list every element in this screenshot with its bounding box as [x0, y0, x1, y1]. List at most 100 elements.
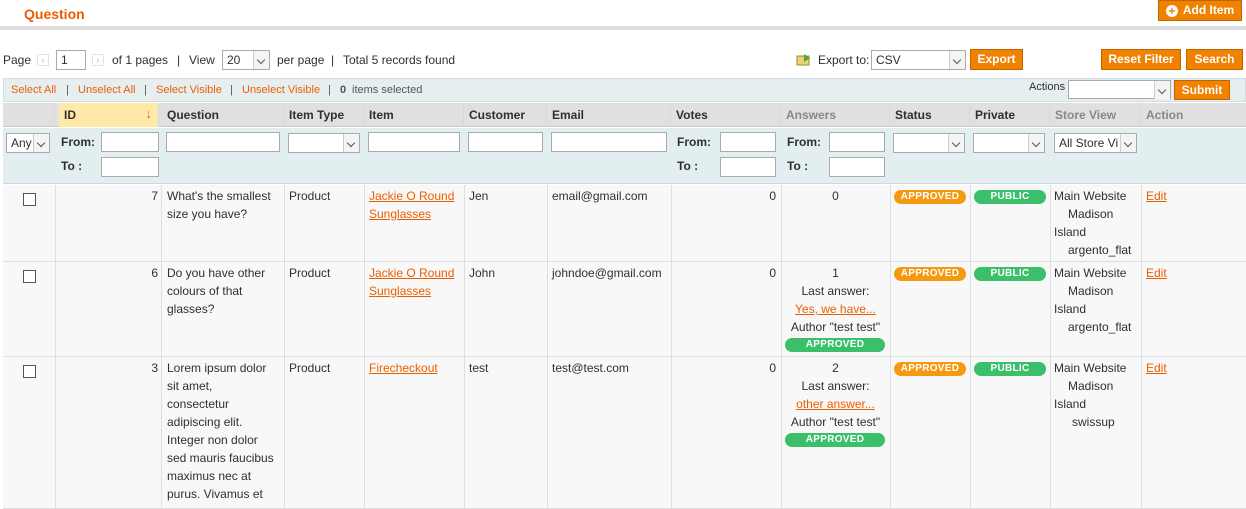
email-cell: email@gmail.com — [552, 189, 648, 203]
last-answer-label: Last answer: — [801, 379, 870, 393]
store-view-filter-select[interactable]: All Store Vi — [1054, 133, 1137, 153]
separator: | — [230, 84, 233, 96]
grid-header: ID ↓ Question Item Type Item Customer Ema… — [3, 103, 1246, 127]
store-view-cell: Main Website Madison Island argento_flat — [1054, 187, 1140, 259]
column-header-item-type[interactable]: Item Type — [284, 103, 364, 127]
add-item-label: Add Item — [1182, 3, 1235, 17]
unselect-all-link[interactable]: Unselect All — [78, 84, 135, 96]
per-page-text: per page — [277, 53, 325, 67]
answer-author: Author "test test" — [790, 320, 881, 334]
status-badge: APPROVED — [894, 267, 966, 281]
row-checkbox[interactable] — [23, 193, 36, 206]
store-line: Island — [1054, 225, 1087, 239]
next-page-icon[interactable]: › — [92, 54, 104, 66]
answers-cell: 2 Last answer: other answer... Author "t… — [781, 359, 890, 431]
search-button[interactable]: Search — [1186, 49, 1243, 70]
last-answer-label: Last answer: — [801, 284, 870, 298]
status-filter-select[interactable] — [893, 133, 965, 153]
reset-filter-button[interactable]: Reset Filter — [1101, 49, 1181, 70]
last-answer-link[interactable]: other answer... — [781, 395, 890, 413]
last-answer-link[interactable]: Yes, we have... — [781, 300, 890, 318]
id-cell: 3 — [151, 361, 158, 375]
page-input[interactable]: 1 — [56, 50, 86, 70]
question-filter-input[interactable] — [166, 132, 280, 152]
per-page-select[interactable]: 20 — [222, 50, 270, 70]
column-header-item[interactable]: Item — [364, 103, 464, 127]
id-from-input[interactable] — [101, 132, 159, 152]
store-view-filter-value: All Store Vi — [1059, 136, 1119, 150]
chevron-down-icon — [949, 51, 965, 69]
answers-count: 2 — [832, 361, 839, 375]
item-link-line: Firecheckout — [369, 361, 438, 375]
votes-from-input[interactable] — [720, 132, 776, 152]
store-line: argento_flat — [1068, 243, 1132, 257]
chevron-down-icon — [253, 51, 269, 69]
per-page-value: 20 — [227, 53, 241, 67]
separator: | — [144, 84, 147, 96]
prev-page-icon[interactable]: ‹ — [37, 54, 49, 66]
column-header-status[interactable]: Status — [890, 103, 970, 127]
column-header-question[interactable]: Question — [162, 103, 284, 127]
customer-cell: test — [469, 361, 489, 375]
row-checkbox[interactable] — [23, 365, 36, 378]
answers-to-label: To : — [787, 159, 809, 173]
email-cell: test@test.com — [552, 361, 629, 375]
answers-count: 1 — [832, 266, 839, 280]
actions-select[interactable] — [1068, 80, 1171, 99]
massaction-filter-select[interactable]: Any — [6, 133, 50, 153]
edit-link[interactable]: Edit — [1146, 187, 1167, 205]
votes-to-input[interactable] — [720, 157, 776, 177]
massaction-bar: Select All | Unselect All | Select Visib… — [3, 78, 1246, 102]
email-filter-input[interactable] — [551, 132, 667, 152]
edit-link[interactable]: Edit — [1146, 264, 1167, 282]
chevron-down-icon — [1028, 134, 1044, 152]
item-link[interactable]: Jackie O Round Sunglasses — [369, 264, 454, 300]
question-cell: Do you have other colours of that glasses? — [167, 264, 283, 318]
id-cell: 6 — [151, 266, 158, 280]
select-all-link[interactable]: Select All — [11, 84, 56, 96]
edit-link[interactable]: Edit — [1146, 359, 1167, 377]
add-item-button[interactable]: + Add Item — [1158, 0, 1242, 21]
column-header-votes[interactable]: Votes — [671, 103, 781, 127]
export-format-select[interactable]: CSV — [871, 50, 966, 70]
select-visible-link[interactable]: Select Visible — [156, 84, 222, 96]
answer-status-badge: APPROVED — [785, 433, 885, 447]
pager-bar: Page ‹ 1 › of 1 pages | View 20 per page… — [0, 46, 1246, 74]
view-label: View — [189, 53, 215, 67]
id-to-input[interactable] — [101, 157, 159, 177]
unselect-visible-link[interactable]: Unselect Visible — [242, 84, 320, 96]
export-format-value: CSV — [876, 53, 901, 67]
column-header-customer[interactable]: Customer — [464, 103, 547, 127]
question-cell: What's the smallest size you have? — [167, 187, 283, 223]
question-line: consectetur — [167, 397, 230, 411]
separator: | — [328, 84, 331, 96]
export-label: Export to: — [818, 53, 870, 67]
store-line: Madison — [1068, 284, 1114, 298]
table-row: 3 Lorem ipsum dolor sit amet, consectetu… — [3, 357, 1246, 509]
table-row: 7 What's the smallest size you have? Prod… — [3, 185, 1246, 262]
item-filter-input[interactable] — [368, 132, 460, 152]
column-header-private[interactable]: Private — [970, 103, 1050, 127]
filter-row: Any From: To : From: To : From: To : All… — [3, 128, 1246, 184]
chevron-down-icon — [1120, 134, 1136, 152]
customer-filter-input[interactable] — [468, 132, 543, 152]
answers-from-label: From: — [787, 135, 821, 149]
question-line: Integer non dolor — [167, 433, 258, 447]
column-header-id[interactable]: ID ↓ — [59, 103, 159, 127]
item-type-filter-select[interactable] — [288, 133, 360, 153]
column-header-email[interactable]: Email — [547, 103, 671, 127]
item-link-line: Sunglasses — [369, 284, 432, 298]
row-checkbox[interactable] — [23, 270, 36, 283]
submit-button[interactable]: Submit — [1174, 80, 1230, 100]
answers-to-input[interactable] — [829, 157, 885, 177]
page-title: Question — [24, 6, 85, 22]
item-link[interactable]: Firecheckout — [369, 359, 438, 377]
question-line: purus. Vivamus et — [167, 487, 263, 501]
column-header-store-view: Store View — [1050, 103, 1141, 127]
filter-any-value: Any — [11, 136, 32, 150]
sort-down-icon: ↓ — [145, 106, 153, 121]
export-button[interactable]: Export — [970, 49, 1023, 70]
answers-from-input[interactable] — [829, 132, 885, 152]
item-link[interactable]: Jackie O Round Sunglasses — [369, 187, 454, 223]
private-filter-select[interactable] — [973, 133, 1045, 153]
